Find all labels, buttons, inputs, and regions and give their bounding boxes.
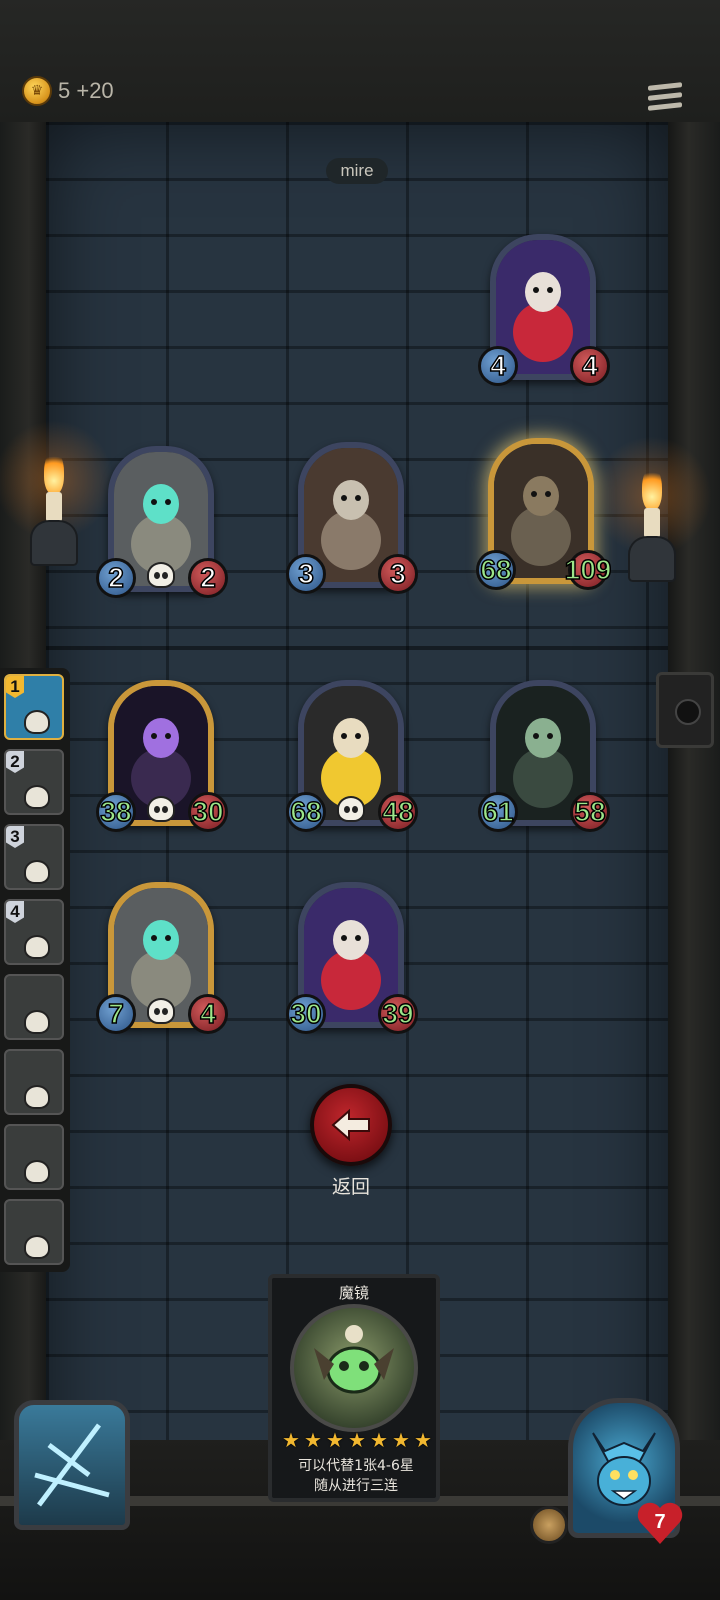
player-minion-card[interactable]: 68 48	[286, 680, 418, 832]
magic-mirror-portrait	[290, 1304, 418, 1432]
spell-description-line2: 随从进行三连	[314, 1478, 398, 1494]
health-stat: 58	[570, 792, 610, 832]
tavern-tier-icon[interactable]	[530, 1506, 568, 1544]
spell-description: 可以代替1张4-6星 随从进行三连	[276, 1456, 436, 1496]
star-icon: ★	[282, 1428, 300, 1452]
arrow-left-icon	[331, 1108, 370, 1142]
crown-coin-icon: ♛	[22, 76, 52, 106]
gold-counter: ♛ 5 +20	[22, 76, 114, 106]
flame-icon	[642, 466, 662, 510]
gold-text: 5 +20	[58, 78, 114, 103]
history-entry[interactable]	[4, 1049, 64, 1115]
right-pillar	[668, 122, 720, 1600]
spell-title: 魔镜	[338, 1284, 369, 1302]
skull-icon	[24, 1160, 50, 1184]
attack-stat: 38	[96, 792, 136, 832]
player-minion-card[interactable]: 38 30	[96, 680, 228, 832]
torch-right	[592, 436, 712, 586]
player-minion-card[interactable]: 61 58	[478, 680, 610, 832]
history-rank: 4	[6, 901, 24, 923]
attack-stat: 68	[286, 792, 326, 832]
spell-description-line1: 可以代替1张4-6星	[298, 1458, 414, 1474]
player-minion-card[interactable]: 74	[96, 882, 228, 1034]
health-stat: 30	[188, 792, 228, 832]
lightning-icon	[34, 1423, 110, 1507]
deathrattle-skull-icon	[147, 796, 175, 822]
attack-stat: 3	[286, 554, 326, 594]
player-minion-card[interactable]: 30 39	[286, 882, 418, 1034]
skull-icon	[24, 1085, 50, 1109]
star-icon: ★	[304, 1428, 322, 1452]
history-entry[interactable]: 4	[4, 899, 64, 965]
opponent-minion-card[interactable]: 33	[286, 442, 418, 594]
area-label: mire	[326, 158, 388, 184]
spell-card-magic-mirror[interactable]: 魔镜 ★ ★ ★ ★ ★ ★ ★ 可以代替1张4-6星 随从进行三连	[268, 1274, 440, 1502]
star-icon: ★	[348, 1428, 366, 1452]
star-icon: ★	[414, 1428, 432, 1452]
history-rank: 2	[6, 751, 24, 773]
history-entry[interactable]	[4, 1124, 64, 1190]
skull-icon	[24, 1235, 50, 1259]
deathrattle-skull-icon	[147, 998, 175, 1024]
history-entry[interactable]	[4, 974, 64, 1040]
opponent-minion-card[interactable]: 44	[478, 234, 610, 386]
opponent-minion-card[interactable]: 22	[96, 446, 228, 598]
hero-power-button[interactable]	[14, 1400, 130, 1530]
top-bar: ♛ 5 +20	[0, 0, 720, 122]
star-icon: ★	[392, 1428, 410, 1452]
health-stat: 4	[188, 994, 228, 1034]
skull-icon	[24, 935, 50, 959]
skull-icon	[24, 785, 50, 809]
back-label: 返回	[331, 1176, 370, 1198]
back-button[interactable]	[310, 1084, 392, 1166]
star-icon: ★	[370, 1428, 388, 1452]
combat-history-strip: 1 2 3 4	[0, 668, 70, 1272]
attack-stat: 7	[96, 994, 136, 1034]
history-rank: 3	[6, 826, 24, 848]
star-icon: ★	[326, 1428, 344, 1452]
health-stat: 4	[570, 346, 610, 386]
history-entry[interactable]: 2	[4, 749, 64, 815]
attack-stat: 61	[478, 792, 518, 832]
history-entry[interactable]: 3	[4, 824, 64, 890]
health-stat: 2	[188, 558, 228, 598]
health-stat: 48	[378, 792, 418, 832]
torch-left	[0, 420, 114, 570]
history-entry[interactable]	[4, 1199, 64, 1265]
menu-icon[interactable]	[648, 82, 682, 114]
flame-icon	[44, 450, 64, 494]
history-entry[interactable]: 1	[4, 674, 64, 740]
health-stat: 109	[564, 550, 612, 590]
skull-icon	[24, 860, 50, 884]
attack-stat: 2	[96, 558, 136, 598]
health-stat: 3	[378, 554, 418, 594]
skull-icon	[24, 1010, 50, 1034]
health-stat: 39	[378, 994, 418, 1034]
star-rating: ★ ★ ★ ★ ★ ★ ★	[282, 1428, 432, 1452]
deathrattle-skull-icon	[337, 796, 365, 822]
opponent-minion-card[interactable]: 68 109	[476, 438, 612, 590]
attack-stat: 4	[478, 346, 518, 386]
history-rank: 1	[6, 676, 24, 698]
skull-icon	[24, 710, 50, 734]
hero-health: 7	[654, 1510, 666, 1533]
board-divider	[46, 646, 668, 650]
deathrattle-skull-icon	[147, 562, 175, 588]
attack-stat: 68	[476, 550, 516, 590]
attack-stat: 30	[286, 994, 326, 1034]
lock-icon[interactable]	[656, 672, 714, 748]
